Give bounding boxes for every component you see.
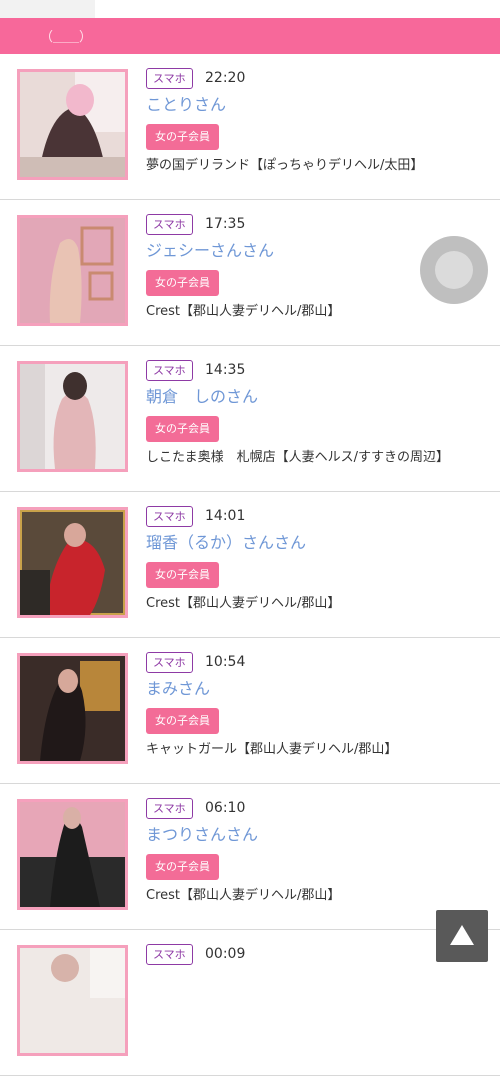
girl-name-link[interactable]: まつりさんさん <box>146 824 258 846</box>
post-time: 22:20 <box>205 70 246 86</box>
member-badge: 女の子会員 <box>146 416 219 442</box>
device-badge: スマホ <box>146 506 193 527</box>
shop-name[interactable]: Crest【郡山人妻デリヘル/郡山】 <box>146 303 340 321</box>
shop-name[interactable]: Crest【郡山人妻デリヘル/郡山】 <box>146 595 340 613</box>
girl-name-link[interactable]: まみさん <box>146 678 210 700</box>
shop-name[interactable]: しこたま奥様 札幌店【人妻ヘルス/すすきの周辺】 <box>146 449 449 467</box>
post-time: 17:35 <box>205 216 246 232</box>
device-badge: スマホ <box>146 652 193 673</box>
device-badge: スマホ <box>146 68 193 89</box>
post-time: 14:35 <box>205 362 246 378</box>
list-item[interactable]: スマホ 22:20 ことりさん 女の子会員 夢の国デリランド【ぽっちゃりデリヘル… <box>0 54 500 200</box>
list-item[interactable]: スマホ 00:09 <box>0 930 500 1076</box>
list-item[interactable]: スマホ 10:54 まみさん 女の子会員 キャットガール【郡山人妻デリヘル/郡山… <box>0 638 500 784</box>
member-badge: 女の子会員 <box>146 124 219 150</box>
section-header-text: （＿＿） <box>40 30 93 45</box>
shop-name[interactable]: Crest【郡山人妻デリヘル/郡山】 <box>146 887 340 905</box>
triangle-up-icon <box>450 925 474 945</box>
floating-action-button[interactable] <box>420 236 488 304</box>
post-time: 14:01 <box>205 508 246 524</box>
device-badge: スマホ <box>146 214 193 235</box>
member-badge: 女の子会員 <box>146 854 219 880</box>
profile-photo[interactable] <box>17 653 128 764</box>
girl-name-link[interactable]: 朝倉 しのさん <box>146 386 258 408</box>
member-badge: 女の子会員 <box>146 562 219 588</box>
device-badge: スマホ <box>146 944 193 965</box>
post-time: 00:09 <box>205 946 246 962</box>
profile-photo[interactable] <box>17 945 128 1056</box>
shop-name[interactable]: キャットガール【郡山人妻デリヘル/郡山】 <box>146 741 397 759</box>
girl-name-link[interactable]: ことりさん <box>146 94 226 116</box>
girl-name-link[interactable]: 瑠香（るか）さんさん <box>146 532 306 554</box>
list-item[interactable]: スマホ 06:10 まつりさんさん 女の子会員 Crest【郡山人妻デリヘル/郡… <box>0 784 500 930</box>
profile-photo[interactable] <box>17 69 128 180</box>
profile-photo[interactable] <box>17 361 128 472</box>
diary-list: スマホ 22:20 ことりさん 女の子会員 夢の国デリランド【ぽっちゃりデリヘル… <box>0 54 500 1076</box>
scroll-to-top-button[interactable] <box>436 910 488 962</box>
device-badge: スマホ <box>146 798 193 819</box>
circle-button-icon <box>435 251 473 289</box>
post-time: 06:10 <box>205 800 246 816</box>
shop-name[interactable]: 夢の国デリランド【ぽっちゃりデリヘル/太田】 <box>146 157 423 175</box>
device-badge: スマホ <box>146 360 193 381</box>
member-badge: 女の子会員 <box>146 270 219 296</box>
profile-photo[interactable] <box>17 215 128 326</box>
profile-photo[interactable] <box>17 507 128 618</box>
list-item[interactable]: スマホ 14:01 瑠香（るか）さんさん 女の子会員 Crest【郡山人妻デリヘ… <box>0 492 500 638</box>
member-badge: 女の子会員 <box>146 708 219 734</box>
post-time: 10:54 <box>205 654 246 670</box>
list-item[interactable]: スマホ 14:35 朝倉 しのさん 女の子会員 しこたま奥様 札幌店【人妻ヘルス… <box>0 346 500 492</box>
profile-photo[interactable] <box>17 799 128 910</box>
girl-name-link[interactable]: ジェシーさんさん <box>146 240 274 262</box>
